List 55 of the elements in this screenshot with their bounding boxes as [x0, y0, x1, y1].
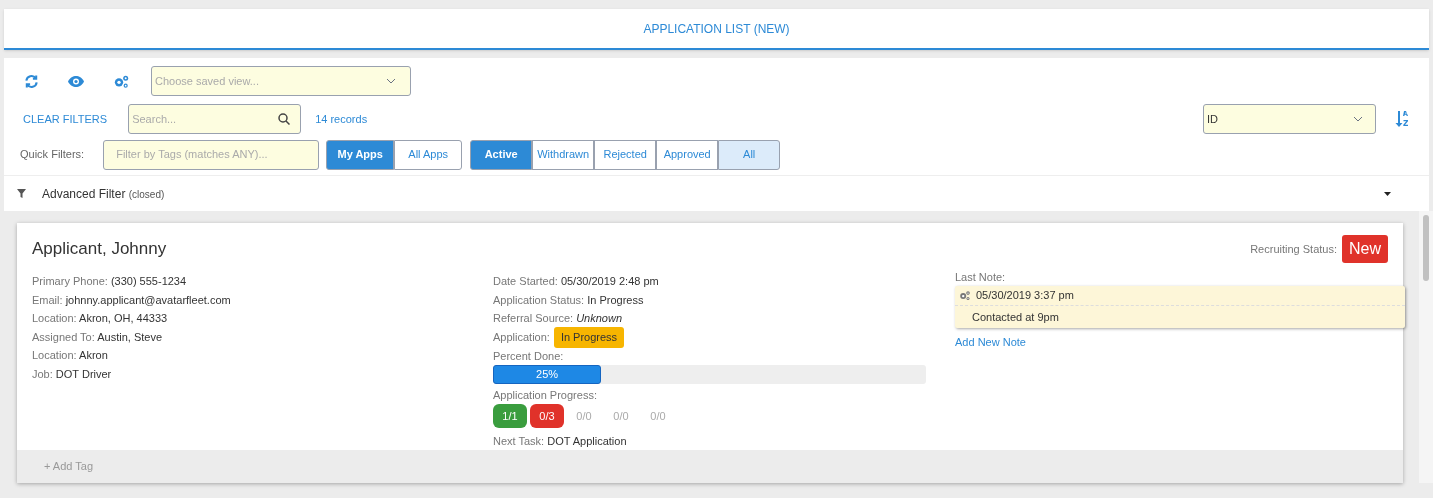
detail-text: Date Started: 05/30/2019 2:48 pm	[493, 274, 660, 289]
progress-step: 0/3	[530, 403, 564, 428]
search-field[interactable]: Search...	[128, 104, 302, 134]
detail-text: Location: Akron, OH, 44333	[32, 311, 169, 327]
filter-tab[interactable]: Active	[470, 139, 533, 170]
filter-tab[interactable]: My Apps	[326, 139, 395, 170]
note-time: 05/30/2019 3:37 pm	[976, 288, 1074, 304]
recruiting-status-label: Recruiting Status:	[1250, 241, 1337, 257]
add-tag-link[interactable]: + Add Tag	[44, 458, 94, 475]
detail-text: Referral Source: Unknown	[493, 311, 623, 327]
add-note-link[interactable]: Add New Note	[955, 334, 1388, 351]
clear-filters-link[interactable]: CLEAR FILTERS	[23, 110, 108, 128]
chevron-down-icon	[386, 78, 396, 84]
filter-tab[interactable]: Approved	[656, 139, 719, 170]
eye-icon[interactable]	[68, 75, 84, 87]
sort-field-select[interactable]: ID	[1203, 104, 1376, 134]
saved-view-select[interactable]: Choose saved view...	[151, 66, 411, 96]
advanced-filter-label[interactable]: Advanced Filter (closed)	[42, 184, 165, 203]
note-text: Contacted at 9pm	[971, 309, 1060, 325]
sort-icon[interactable]	[1395, 110, 1409, 128]
detail-text: Assigned To: Austin, Steve	[32, 329, 164, 345]
percent-label: Percent Done:	[493, 348, 565, 364]
detail-text: Location: Akron	[32, 348, 109, 364]
progress-step: 1/1	[493, 403, 527, 428]
applicant-name[interactable]: Applicant, Johnny	[32, 236, 493, 272]
recruiting-status-badge[interactable]: New	[1342, 235, 1388, 263]
filter-tab[interactable]: All	[718, 139, 781, 170]
progress-step: 0/0	[641, 403, 675, 428]
status-badge: In Progress	[553, 327, 625, 348]
filter-tab[interactable]: All Apps	[394, 139, 463, 170]
gears-icon	[959, 290, 971, 301]
last-note-label: Last Note:	[955, 270, 1007, 285]
progress-label: Application Progress:	[493, 387, 598, 403]
settings-icon[interactable]	[113, 73, 130, 89]
progress-reading: 25%	[536, 367, 559, 383]
chevron-down-icon	[1353, 116, 1363, 122]
refresh-icon[interactable]	[24, 73, 39, 89]
detail-label: Application:	[493, 330, 550, 346]
progress-step: 0/0	[567, 403, 601, 428]
caret-down-icon[interactable]	[1384, 191, 1391, 196]
search-icon	[278, 113, 291, 125]
detail-text: Job: DOT Driver	[32, 366, 113, 382]
scrollbar-thumb[interactable]	[1423, 215, 1429, 281]
filter-tab[interactable]: Rejected	[594, 139, 657, 170]
quick-filters-label: Quick Filters:	[20, 147, 85, 163]
record-count: 14 records	[315, 111, 368, 127]
detail-text: Next Task: DOT Application	[493, 433, 628, 449]
progress-step: 0/0	[604, 403, 638, 428]
detail-text: Primary Phone: (330) 555-1234	[32, 274, 188, 289]
filter-icon	[17, 189, 26, 198]
detail-text: Application Status: In Progress	[493, 292, 645, 308]
tags-field[interactable]: Filter by Tags (matches ANY)...	[103, 139, 320, 170]
detail-text: Email: johnny.applicant@avatarfleet.com	[32, 292, 232, 308]
page-title: APPLICATION LIST (NEW)	[643, 20, 790, 38]
filter-tab[interactable]: Withdrawn	[532, 139, 595, 170]
